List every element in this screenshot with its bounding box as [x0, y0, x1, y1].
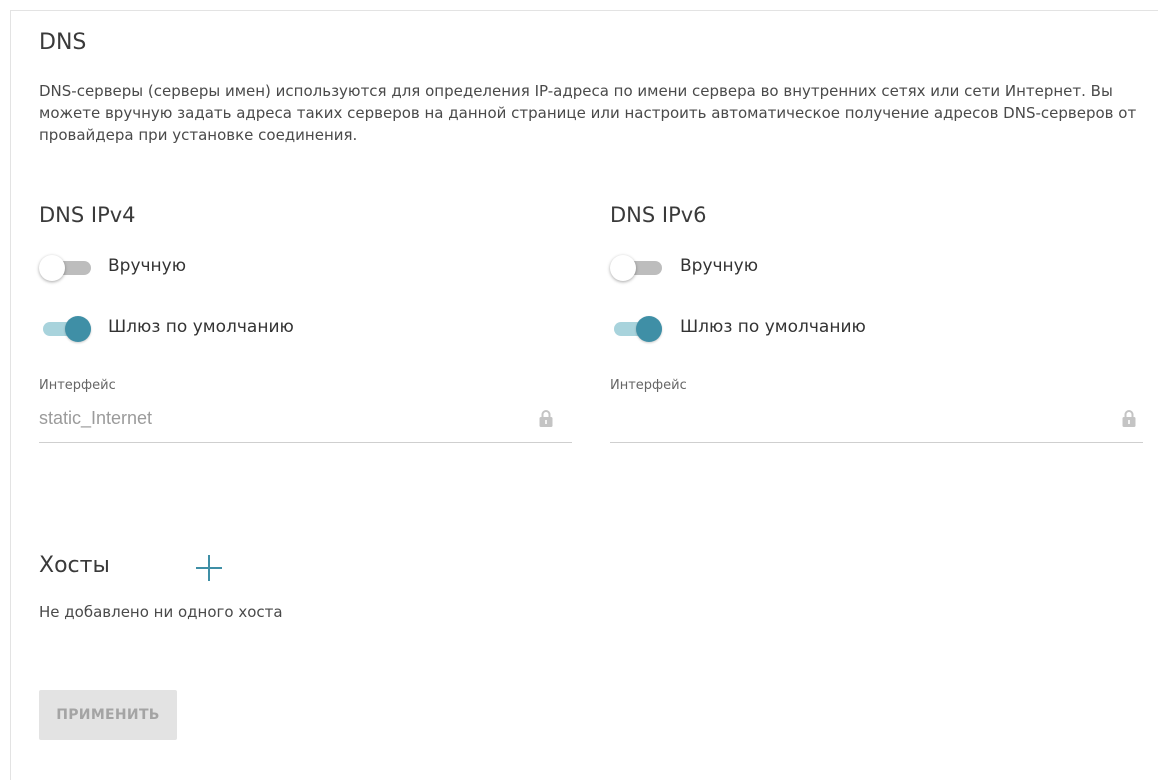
- hosts-empty-text: Не добавлено ни одного хоста: [39, 603, 283, 621]
- lock-icon: [1122, 410, 1136, 427]
- ipv4-interface-label: Интерфейс: [39, 378, 116, 393]
- ipv6-gateway-label: Шлюз по умолчанию: [680, 317, 866, 337]
- ipv6-manual-label: Вручную: [680, 256, 759, 276]
- add-host-plus-icon[interactable]: [194, 553, 224, 583]
- page-description: DNS-серверы (серверы имен) используются …: [39, 82, 1137, 144]
- toggle-knob: [636, 316, 662, 342]
- hosts-title: Хосты: [39, 553, 110, 578]
- ipv4-interface-underline: [39, 442, 572, 443]
- ipv4-heading: DNS IPv4: [39, 203, 136, 227]
- toggle-knob: [610, 255, 636, 281]
- ipv6-heading: DNS IPv6: [610, 203, 707, 227]
- ipv6-interface-label: Интерфейс: [610, 378, 687, 393]
- ipv4-gateway-toggle[interactable]: [39, 315, 95, 343]
- apply-button[interactable]: ПРИМЕНИТЬ: [39, 690, 177, 740]
- toggle-knob: [65, 316, 91, 342]
- ipv6-manual-toggle[interactable]: [610, 254, 666, 282]
- ipv4-interface-value[interactable]: static_Internet: [39, 408, 152, 429]
- ipv6-gateway-toggle[interactable]: [610, 315, 666, 343]
- toggle-knob: [39, 255, 65, 281]
- page-title: DNS: [39, 30, 87, 55]
- ipv4-gateway-label: Шлюз по умолчанию: [108, 317, 294, 337]
- ipv6-interface-underline: [610, 442, 1143, 443]
- lock-icon: [539, 410, 553, 427]
- ipv4-manual-label: Вручную: [108, 256, 187, 276]
- ipv4-manual-toggle[interactable]: [39, 254, 95, 282]
